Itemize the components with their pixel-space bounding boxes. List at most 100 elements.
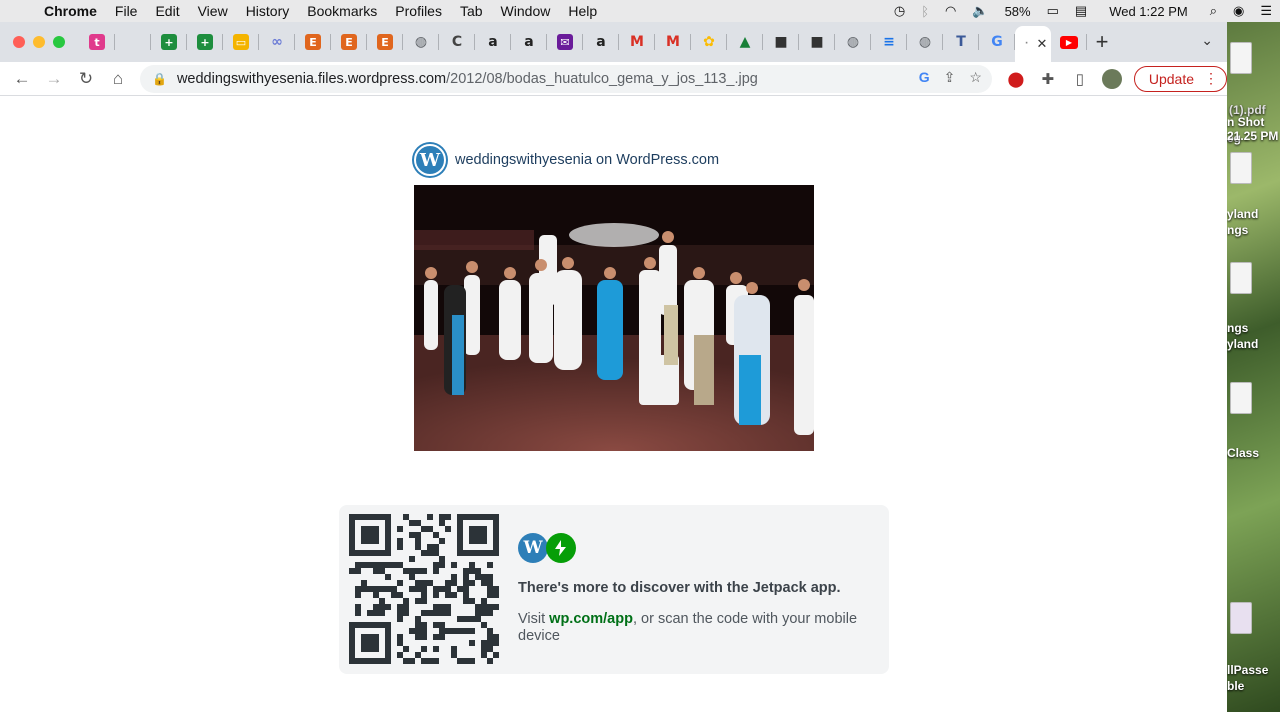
browser-toolbar: ← → ↻ ⌂ 🔒 weddingswithyesenia.files.word… [0, 62, 1227, 96]
battery-percent[interactable]: 58% [997, 4, 1039, 19]
tab-cube[interactable]: ■ [799, 22, 835, 62]
tab-etsy[interactable]: E [295, 22, 331, 62]
forward-button[interactable]: → [38, 69, 70, 89]
wordpress-logo-icon[interactable]: W [414, 144, 446, 176]
time-machine-icon[interactable]: ◷ [886, 3, 913, 19]
google-icon: G [991, 34, 1003, 50]
desktop-file-icon[interactable] [1230, 602, 1252, 634]
window-controls [0, 36, 79, 48]
zoom-window-button[interactable] [53, 36, 65, 48]
desktop-label[interactable]: llPasse [1227, 662, 1280, 678]
sheets-icon: + [161, 34, 177, 50]
tab-etsy[interactable]: E [367, 22, 403, 62]
bookmark-star-icon[interactable]: ☆ [969, 69, 982, 86]
spotlight-search-icon[interactable]: ⌕ [1202, 3, 1225, 19]
tab-blank-tab[interactable] [115, 22, 151, 62]
address-bar[interactable]: 🔒 weddingswithyesenia.files.wordpress.co… [140, 64, 992, 93]
desktop-file-icon[interactable] [1230, 42, 1252, 74]
tab-sheets[interactable]: + [187, 22, 223, 62]
globe-icon: ◍ [918, 34, 932, 50]
profile-avatar[interactable] [1096, 68, 1128, 89]
tab-mail[interactable]: ✉ [547, 22, 583, 62]
update-chrome-button[interactable]: Update ⋮ [1133, 65, 1227, 92]
menu-edit[interactable]: Edit [146, 3, 188, 19]
extensions-puzzle-icon[interactable]: ✚ [1032, 70, 1064, 88]
site-name-link[interactable]: weddingswithyesenia on WordPress.com [455, 152, 719, 168]
tab-tiktok[interactable]: t [79, 22, 115, 62]
menu-profiles[interactable]: Profiles [386, 3, 451, 19]
amazon-icon: a [524, 34, 534, 50]
wifi-icon[interactable]: ◠ [937, 3, 964, 19]
battery-icon[interactable]: ▭ [1039, 3, 1067, 19]
tab-slides[interactable]: ▭ [223, 22, 259, 62]
menu-tab[interactable]: Tab [451, 3, 492, 19]
share-icon[interactable]: ⇪ [944, 69, 956, 86]
desktop-file-icon[interactable] [1230, 382, 1252, 414]
tab-gmail[interactable]: M [619, 22, 655, 62]
tab-gmail[interactable]: M [655, 22, 691, 62]
tab-search-chevron-icon[interactable]: ⌄ [1201, 32, 1213, 49]
url-text[interactable]: weddingswithyesenia.files.wordpress.com/… [177, 71, 758, 87]
menubar-clock[interactable]: Wed 1:22 PM [1095, 4, 1202, 19]
desktop-file-icon[interactable] [1230, 152, 1252, 184]
control-center-icon[interactable]: ☰ [1252, 3, 1280, 19]
tab-cube[interactable]: ■ [763, 22, 799, 62]
tab-drive[interactable]: ▲ [727, 22, 763, 62]
new-tab-button[interactable]: + [1087, 29, 1117, 55]
menu-view[interactable]: View [189, 3, 237, 19]
menu-help[interactable]: Help [559, 3, 606, 19]
lock-icon[interactable]: 🔒 [152, 72, 167, 86]
opera-extension-icon[interactable]: ⬤ [1000, 70, 1032, 88]
sheets-icon: + [197, 34, 213, 50]
google-lens-icon[interactable]: G [919, 69, 930, 86]
volume-icon[interactable]: 🔈 [964, 3, 996, 19]
desktop-label[interactable]: yland [1227, 206, 1280, 222]
menu-history[interactable]: History [237, 3, 299, 19]
tab-youtube[interactable]: ▶ [1051, 22, 1087, 62]
side-panel-icon[interactable]: ▯ [1064, 70, 1096, 88]
desktop-label[interactable]: 21.25 PM [1227, 128, 1280, 144]
tab-docs[interactable]: ≡ [871, 22, 907, 62]
desktop-label[interactable]: ngs [1227, 222, 1280, 238]
tab-loop[interactable]: ∞ [259, 22, 295, 62]
tab-globe[interactable]: ◍ [835, 22, 871, 62]
tab-sheets[interactable]: + [151, 22, 187, 62]
tab-globe[interactable]: ◍ [907, 22, 943, 62]
jetpack-description: Visit wp.com/app, or scan the code with … [518, 611, 878, 645]
tab-strip: t + + ▭ ∞ E E E ◍ Ca a ✉ a M M ✿ ▲ ■ ■ ◍ ≡ ◍ T G · ✕ ▶ + ⌄ [0, 22, 1227, 62]
minimize-window-button[interactable] [33, 36, 45, 48]
desktop-file-icon[interactable] [1230, 262, 1252, 294]
desktop-label[interactable]: Class [1227, 445, 1280, 461]
tab-amazon[interactable]: a [511, 22, 547, 62]
siri-icon[interactable]: ◉ [1225, 3, 1252, 19]
etsy-icon: E [341, 34, 357, 50]
menu-window[interactable]: Window [492, 3, 560, 19]
menu-bookmarks[interactable]: Bookmarks [298, 3, 386, 19]
tab-google[interactable]: G [979, 22, 1015, 62]
menu-app-chrome[interactable]: Chrome [40, 3, 106, 19]
blank-tab-icon [125, 34, 141, 50]
tab-ts[interactable]: T [943, 22, 979, 62]
tab-globe[interactable]: ◍ [403, 22, 439, 62]
tab-photos[interactable]: ✿ [691, 22, 727, 62]
desktop-label[interactable]: yland [1227, 336, 1280, 352]
back-button[interactable]: ← [6, 69, 38, 89]
jetpack-app-link[interactable]: wp.com/app [549, 611, 633, 627]
reload-button[interactable]: ↻ [70, 69, 102, 89]
wedding-photo [414, 185, 814, 451]
close-window-button[interactable] [13, 36, 25, 48]
etsy-icon: E [305, 34, 321, 50]
desktop-label[interactable]: ngs [1227, 320, 1280, 336]
tab-close-icon[interactable]: ✕ [1037, 36, 1048, 52]
bluetooth-icon[interactable]: ᛒ [913, 4, 937, 19]
jetpack-icons: W [518, 533, 576, 563]
tab-amazon[interactable]: a [475, 22, 511, 62]
desktop-label[interactable]: ble [1227, 678, 1280, 694]
menu-file[interactable]: File [106, 3, 147, 19]
tab-amazon[interactable]: a [583, 22, 619, 62]
tab-etsy[interactable]: E [331, 22, 367, 62]
tab-c[interactable]: C [439, 22, 475, 62]
home-button[interactable]: ⌂ [102, 69, 134, 89]
input-source-flag-icon[interactable]: ▤ [1067, 3, 1095, 19]
tab-active[interactable]: · ✕ [1015, 26, 1051, 62]
